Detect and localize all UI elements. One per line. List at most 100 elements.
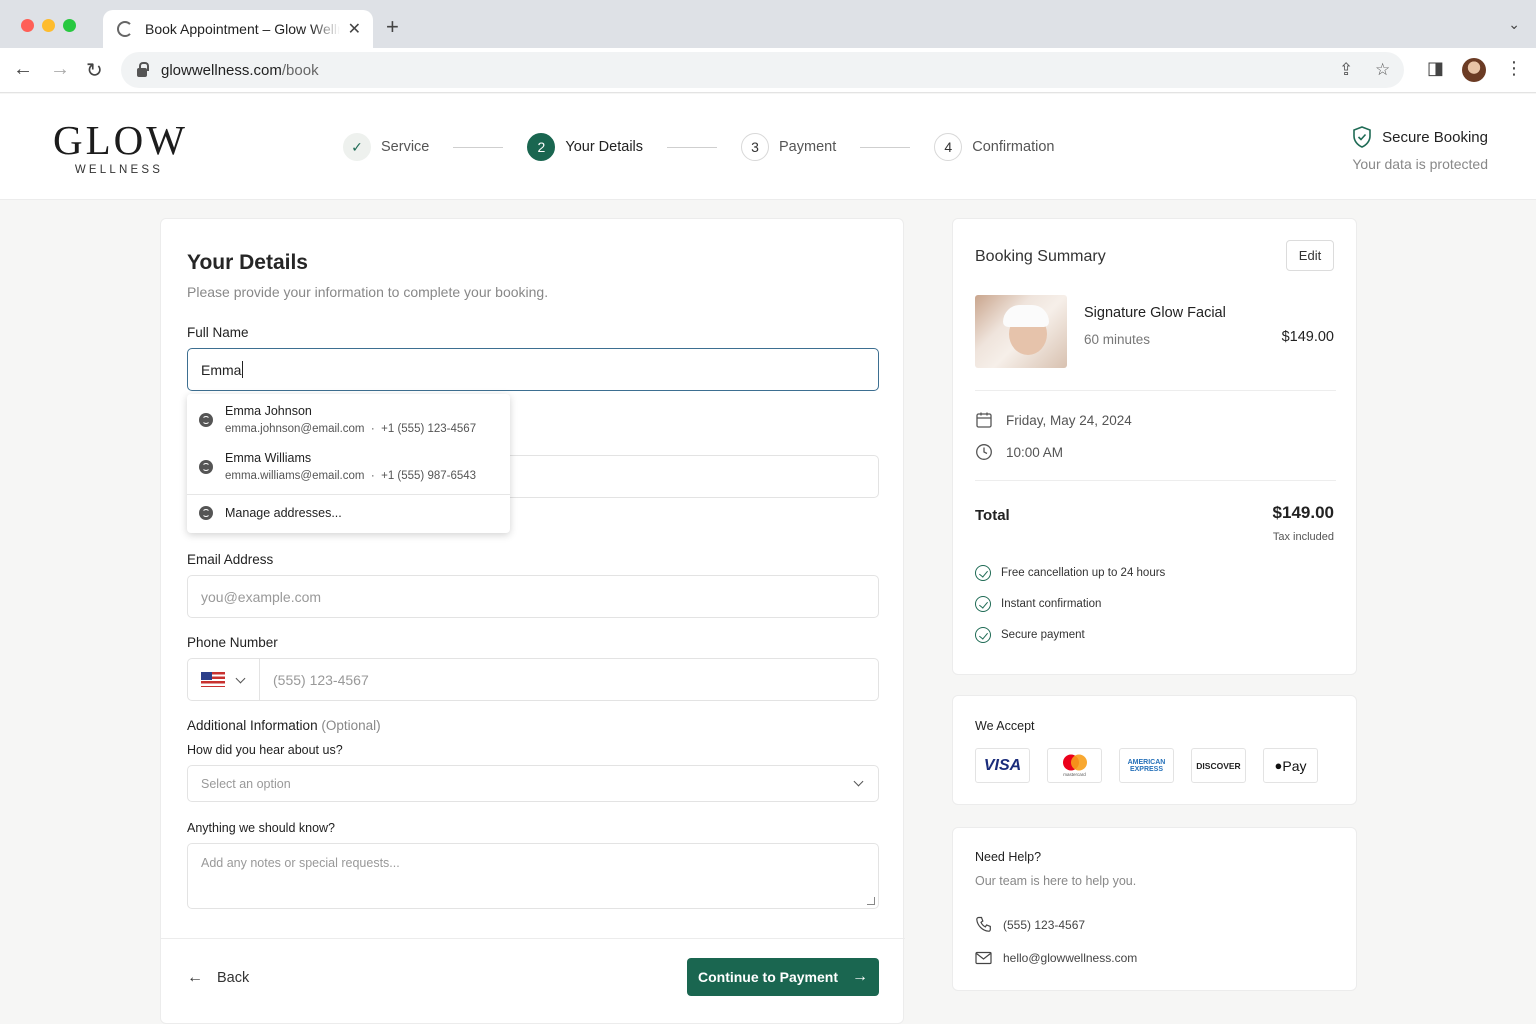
total-label: Total [975,507,1010,524]
suggestion-name: Emma Williams [225,451,312,465]
text-caret [242,361,244,378]
url-path: /book [281,61,319,79]
booking-date: Friday, May 24, 2024 [975,411,1132,429]
hear-about-select[interactable]: Select an option [187,765,879,802]
country-code-select[interactable] [188,659,260,700]
form-divider [161,938,905,939]
summary-title: Booking Summary [975,248,1106,265]
step-connector [860,146,911,148]
service-price: $149.00 [1281,329,1334,345]
minimize-window-button[interactable] [42,19,55,32]
secure-title: Secure Booking [1382,128,1488,146]
manage-addresses-label: Manage addresses... [225,506,342,520]
address-bar[interactable]: glowwellness.com/book ⇪ ☆ [121,52,1404,88]
summary-divider [975,480,1336,481]
amex-logo: AMERICAN EXPRESS [1119,748,1174,783]
step-number: 2 [527,133,556,161]
additional-info-heading: Additional Information (Optional) [187,718,381,733]
step-label: Payment [779,139,837,155]
side-panel-icon[interactable]: ◨ [1427,58,1444,79]
phone-label: Phone Number [187,635,278,650]
url-host: glowwellness.com [161,61,282,79]
browser-tab[interactable]: Book Appointment – Glow Wellness ✕ [103,10,373,48]
tab-search-chevron-icon[interactable]: ⌄ [1508,16,1520,33]
check-circle-icon [975,627,991,643]
tab-title: Book Appointment – Glow Wellness [145,21,340,37]
discover-logo: DISCOVER [1191,748,1246,783]
visa-logo: VISA [975,748,1030,783]
arrow-left-icon: ← [187,969,203,986]
forward-arrow-icon[interactable]: → [50,58,70,81]
resize-handle-icon[interactable] [867,897,875,905]
us-flag-icon [201,672,225,687]
step-number: 4 [934,133,963,161]
total-value: $149.00 [1272,503,1334,522]
phone-icon [976,916,991,932]
full-name-input[interactable]: Emma [187,348,879,391]
site-header: GLOW WELLNESS ✓ Service 2 Your Details 3… [0,94,1536,200]
edit-button[interactable]: Edit [1286,240,1334,271]
autofill-suggestion[interactable]: Emma Williams emma.williams@email.com · … [187,451,510,482]
step-label: Confirmation [972,139,1055,155]
continue-label: Continue to Payment [697,969,838,985]
notes-label: Anything we should know? [187,821,336,835]
browser-menu-icon[interactable]: ⋮ [1505,58,1523,79]
help-email: hello@glowwellness.com [1003,951,1138,965]
apple-pay-logo: ● Pay [1263,748,1318,783]
notes-textarea[interactable]: Add any notes or special requests... [187,843,879,909]
check-circle-icon [975,596,991,612]
brand-logo[interactable]: GLOW WELLNESS [53,120,185,177]
reload-icon[interactable]: ↻ [86,58,103,83]
email-label: Email Address [187,552,274,567]
service-name: Signature Glow Facial [1084,305,1226,321]
suggestion-meta: emma.williams@email.com · +1 (555) 987-6… [225,470,477,482]
brand-tagline: WELLNESS [74,164,164,176]
additional-info-label: Additional Information [187,718,318,733]
mastercard-circles-icon [1062,754,1087,771]
we-accept-title: We Accept [975,719,1035,733]
optional-tag: (Optional) [321,718,381,733]
step-your-details: 2 Your Details [527,133,643,161]
step-connector [453,146,504,148]
tax-note: Tax included [1272,531,1334,543]
secure-booking-badge: Secure Booking Your data is protected [1352,126,1488,172]
hear-about-placeholder: Select an option [201,776,291,791]
back-arrow-icon[interactable]: ← [13,58,33,81]
page-title: Your Details [187,251,308,274]
bookmark-star-icon[interactable]: ☆ [1375,60,1390,80]
help-phone-link[interactable]: (555) 123-4567 [975,916,1085,933]
globe-icon [199,506,213,520]
help-email-link[interactable]: hello@glowwellness.com [975,951,1137,965]
phone-input[interactable]: (555) 123-4567 [187,658,879,701]
back-button[interactable]: ← Back [187,969,249,987]
manage-addresses-item[interactable]: Manage addresses... [187,506,510,520]
perk-item: Free cancellation up to 24 hours [975,565,1165,581]
window-controls [21,19,76,32]
profile-avatar[interactable] [1462,58,1486,82]
email-input[interactable]: you@example.com [187,575,879,618]
autofill-suggestion[interactable]: Emma Johnson emma.johnson@email.com · +1… [187,404,510,435]
apple-icon: ● [1274,758,1283,773]
close-tab-icon[interactable]: ✕ [348,19,361,39]
browser-tabstrip: Book Appointment – Glow Wellness ✕ + ⌄ [0,0,1536,48]
mastercard-logo: mastercard [1047,748,1102,783]
service-duration: 60 minutes [1084,332,1151,347]
step-confirmation: 4 Confirmation [934,133,1054,161]
page-subtitle: Please provide your information to compl… [187,284,549,300]
check-icon: ✓ [343,133,371,161]
new-tab-icon[interactable]: + [386,14,399,40]
step-label: Your Details [565,139,644,155]
progress-steps: ✓ Service 2 Your Details 3 Payment 4 Con… [343,133,1054,161]
close-window-button[interactable] [21,19,34,32]
continue-to-payment-button[interactable]: Continue to Payment → [687,958,879,996]
suggestion-name: Emma Johnson [225,404,312,418]
share-icon[interactable]: ⇪ [1339,60,1353,80]
maximize-window-button[interactable] [63,19,76,32]
autofill-dropdown: Emma Johnson emma.johnson@email.com · +1… [187,394,510,533]
dropdown-divider [187,494,510,495]
step-service: ✓ Service [343,133,429,161]
step-label: Service [381,139,430,155]
perk-item: Secure payment [975,627,1085,643]
browser-toolbar: ← → ↻ glowwellness.com/book ⇪ ☆ ◨ ⋮ [0,48,1536,93]
lock-icon[interactable] [137,61,149,77]
